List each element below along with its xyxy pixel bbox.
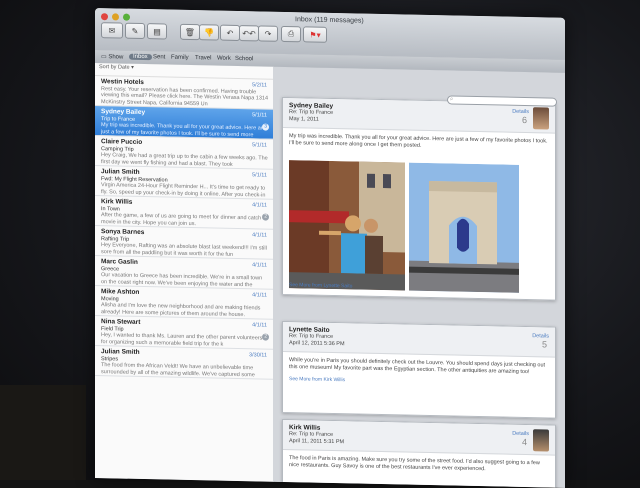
avatar [533, 107, 549, 130]
favorite-school[interactable]: School [235, 56, 253, 62]
message-header: Lynette Saito Re: Trip to France April 1… [283, 321, 555, 358]
thread-count-badge: 2 [262, 333, 269, 341]
avatar [533, 429, 549, 452]
favorite-family[interactable]: Family [171, 55, 189, 61]
note-icon: ▤ [153, 26, 161, 36]
message-date: 4/1/11 [252, 232, 267, 239]
message-date: 4/1/11 [252, 262, 267, 269]
message-list: Sort by Date ▾ Westin Hotels 5/2/11 Rest e… [95, 63, 274, 482]
message-preview: The food from the African Veldt! We have… [101, 362, 255, 378]
message-date: 3/30/11 [249, 352, 267, 359]
message-number: 4 [521, 436, 527, 448]
compose-icon: ✎ [131, 26, 139, 36]
list-item[interactable]: Sonya Barnes Rafting Trip 4/1/11 Hey Everyo… [95, 226, 273, 260]
list-item[interactable]: Julian Smith Stripes 3/30/11 The food from … [95, 346, 273, 380]
conversation-pane: Sydney Bailey Re: Trip to France May 1, … [273, 66, 565, 488]
message-date: 5/2/11 [252, 82, 267, 89]
list-item[interactable]: Mike Ashton Moving 4/1/11 Alisha and I'm lo… [95, 286, 273, 320]
message-card-2[interactable]: Lynette Saito Re: Trip to France April 1… [282, 320, 556, 419]
list-item[interactable]: Nina Stewart Field Trip 4/1/11 Hey, I wante… [95, 316, 273, 350]
message-number: 5 [541, 339, 547, 350]
message-preview: Rest easy. Your reservation has been con… [101, 85, 269, 107]
minimize-icon[interactable] [112, 13, 119, 21]
list-item[interactable]: Westin Hotels 5/2/11 Rest easy. Your reser… [95, 76, 273, 110]
message-header: Kirk Willis Re: Trip to France April 11,… [283, 419, 555, 456]
print-button[interactable]: ⎙ [281, 25, 301, 43]
flag-button[interactable]: ⚑▾ [303, 26, 327, 43]
message-date: 5/1/11 [252, 112, 267, 119]
thread-count-badge: 2 [262, 213, 269, 221]
message-date: 4/1/11 [252, 322, 267, 329]
message-date: 5/1/11 [252, 172, 267, 179]
window-controls [101, 13, 130, 21]
forward-button[interactable]: ↷ [258, 25, 278, 42]
window-title: Inbox (119 messages) [295, 16, 364, 25]
list-item[interactable]: Sydney Bailey Trip to France 5/1/11 My trip… [95, 106, 273, 140]
compose-button[interactable]: ✎ [125, 22, 145, 40]
mail-window: Inbox (119 messages) ✉ ✎ ▤ 🗑 👎 ↶ ↶↶ ↷ ⎙ … [95, 8, 565, 488]
flag-icon: ⚑▾ [309, 29, 321, 40]
junk-button[interactable]: 👎 [199, 24, 219, 41]
favorite-inbox[interactable]: Inbox [129, 53, 152, 61]
reply-all-button[interactable]: ↶↶ [239, 25, 259, 42]
see-more-link[interactable]: See More from Lynette Saito [289, 282, 352, 289]
photo-street[interactable] [289, 160, 405, 291]
photo-arc-de-triomphe[interactable] [409, 162, 519, 293]
note-button[interactable]: ▤ [147, 23, 167, 40]
favorite-travel[interactable]: Travel [195, 55, 211, 61]
list-item[interactable]: Julian Smith Fwd: My Flight Reservation 5/… [95, 166, 273, 200]
favorite-sent[interactable]: Sent [153, 54, 165, 60]
list-item[interactable]: Marc Gaslin Greece 4/1/11 Our vacation to G… [95, 256, 273, 290]
message-rows: Westin Hotels 5/2/11 Rest easy. Your reser… [95, 76, 273, 380]
message-number: 6 [521, 114, 527, 126]
message-date: 4/1/11 [252, 202, 267, 209]
message-card-1[interactable]: Sydney Bailey Re: Trip to France May 1, … [282, 96, 556, 301]
show-mailboxes-button[interactable]: ▭ Show [101, 53, 123, 60]
podium-shadow [0, 385, 86, 480]
reply-button[interactable]: ↶ [220, 24, 240, 42]
trash-icon: 🗑 [184, 27, 196, 37]
favorite-work[interactable]: Work [217, 56, 231, 62]
show-label: Show [108, 54, 124, 61]
close-icon[interactable] [101, 13, 108, 21]
list-item[interactable]: Kirk Willis In Town 4/1/11 After the game, … [95, 196, 273, 230]
zoom-icon[interactable] [123, 13, 130, 21]
get-mail-button[interactable]: ✉ [101, 22, 123, 39]
reply-icon: ↶ [226, 28, 234, 38]
list-item[interactable]: Claire Puccio Camping Trip 5/1/11 Hey Craig… [95, 136, 273, 170]
search-icon: ⌕ [450, 96, 454, 103]
delete-button[interactable]: 🗑 [180, 23, 200, 41]
envelope-icon: ✉ [108, 25, 116, 35]
message-date: 5/1/11 [252, 142, 267, 149]
junk-icon: 👎 [204, 27, 214, 37]
reply-all-icon: ↶↶ [242, 28, 256, 38]
message-date: 4/1/11 [252, 292, 267, 299]
print-icon: ⎙ [287, 29, 295, 39]
message-card-3[interactable]: Kirk Willis Re: Trip to France April 11,… [282, 418, 556, 488]
thread-count-badge: 3 [262, 123, 269, 131]
forward-icon: ↷ [264, 29, 272, 39]
